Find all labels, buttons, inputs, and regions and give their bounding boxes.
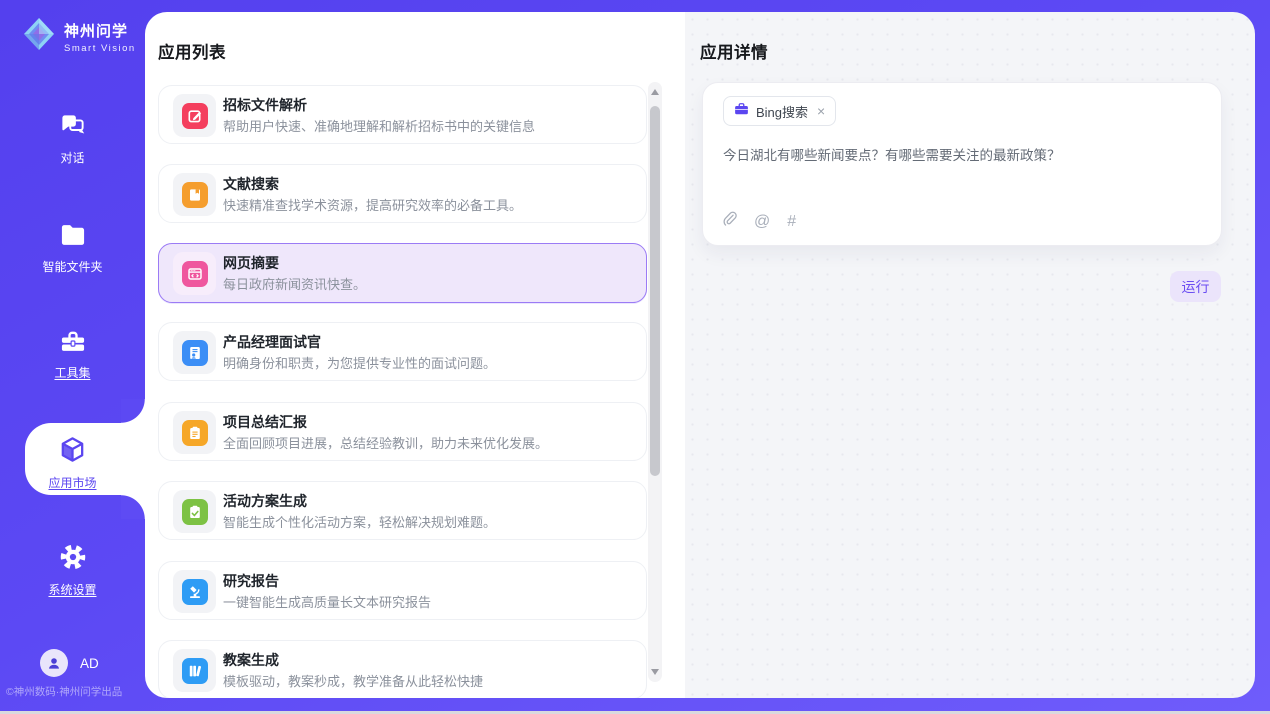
app-desc: 每日政府新闻资讯快查。 xyxy=(223,274,366,293)
sidebar-item-smart-folder[interactable]: 智能文件夹 xyxy=(0,222,145,275)
scroll-up-arrow[interactable] xyxy=(651,89,659,95)
browser-code-icon xyxy=(173,252,216,295)
app-list-panel: 应用列表 招标文件解析 帮助用户快速、准确地理解和解析招标书中的关键信息 xyxy=(145,12,685,698)
tool-chip-label: Bing搜索 xyxy=(756,102,808,121)
sidebar-item-app-market[interactable]: 应用市场 xyxy=(0,435,145,491)
app-name: 招标文件解析 xyxy=(223,95,307,115)
brand-subtitle: Smart Vision xyxy=(64,43,136,54)
app-name: 项目总结汇报 xyxy=(223,412,307,432)
interview-doc-icon xyxy=(173,331,216,374)
app-desc: 全面回顾项目进展，总结经验教训，助力未来优化发展。 xyxy=(223,433,548,452)
list-item-project-summary[interactable]: 项目总结汇报 全面回顾项目进展，总结经验教训，助力未来优化发展。 xyxy=(158,402,647,461)
microscope-icon xyxy=(173,570,216,613)
app-desc: 快速精准查找学术资源，提高研究效率的必备工具。 xyxy=(223,195,522,214)
list-item-web-summary[interactable]: 网页摘要 每日政府新闻资讯快查。 xyxy=(158,243,647,303)
sidebar-item-label: 工具集 xyxy=(0,364,145,381)
books-icon xyxy=(173,649,216,692)
clipboard-check-icon xyxy=(173,490,216,533)
user-account[interactable]: AD xyxy=(40,649,99,677)
list-item-bid-analysis[interactable]: 招标文件解析 帮助用户快速、准确地理解和解析招标书中的关键信息 xyxy=(158,85,647,144)
list-item-literature-search[interactable]: 文献搜索 快速精准查找学术资源，提高研究效率的必备工具。 xyxy=(158,164,647,223)
list-item-lesson-plan[interactable]: 教案生成 模板驱动，教案秒成，教学准备从此轻松快捷 xyxy=(158,640,647,698)
chip-close-icon[interactable]: × xyxy=(817,104,825,118)
user-initials: AD xyxy=(80,656,99,671)
app-name: 文献搜索 xyxy=(223,174,279,194)
gear-icon xyxy=(59,558,87,575)
app-name: 产品经理面试官 xyxy=(223,332,321,352)
app-desc: 一键智能生成高质量长文本研究报告 xyxy=(223,592,431,611)
app-desc: 明确身份和职责，为您提供专业性的面试问题。 xyxy=(223,353,496,372)
app-name: 活动方案生成 xyxy=(223,491,307,511)
sidebar-item-label: 对话 xyxy=(0,149,145,166)
sidebar-item-toolset[interactable]: 工具集 xyxy=(0,328,145,381)
sidebar-item-label: 应用市场 xyxy=(0,474,145,491)
page-title-app-list: 应用列表 xyxy=(158,39,226,63)
list-item-event-plan[interactable]: 活动方案生成 智能生成个性化活动方案，轻松解决规划难题。 xyxy=(158,481,647,540)
toolbox-icon xyxy=(59,341,87,358)
sidebar-item-chat[interactable]: 对话 xyxy=(0,112,145,166)
sidebar-item-settings[interactable]: 系统设置 xyxy=(0,543,145,598)
brand-logo: 神州问学 Smart Vision xyxy=(20,15,136,58)
list-item-pm-interviewer[interactable]: 产品经理面试官 明确身份和职责，为您提供专业性的面试问题。 xyxy=(158,322,647,381)
briefcase-icon xyxy=(734,102,749,121)
list-scrollbar[interactable] xyxy=(648,82,662,682)
page-title-app-detail: 应用详情 xyxy=(700,39,768,63)
app-frame: 神州问学 Smart Vision 对话 智能文件夹 xyxy=(0,0,1270,711)
sidebar-item-label: 系统设置 xyxy=(0,581,145,598)
clipboard-report-icon xyxy=(173,411,216,454)
list-item-research-report[interactable]: 研究报告 一键智能生成高质量长文本研究报告 xyxy=(158,561,647,620)
prompt-toolbar: @ # xyxy=(722,211,796,232)
copyright-text: ©神州数码·神州问学出品 xyxy=(6,684,142,699)
app-desc: 智能生成个性化活动方案，轻松解决规划难题。 xyxy=(223,512,496,531)
run-button[interactable]: 运行 xyxy=(1170,271,1221,302)
scrollbar-thumb[interactable] xyxy=(650,106,660,476)
app-name: 研究报告 xyxy=(223,571,279,591)
edit-document-icon xyxy=(173,94,216,137)
blob-corner-top xyxy=(121,399,145,423)
sidebar-item-label: 智能文件夹 xyxy=(0,258,145,275)
scroll-down-arrow[interactable] xyxy=(651,669,659,675)
brand-diamond-icon xyxy=(20,15,58,58)
chat-icon xyxy=(59,126,86,143)
app-desc: 模板驱动，教案秒成，教学准备从此轻松快捷 xyxy=(223,671,483,690)
avatar xyxy=(40,649,68,677)
brand-name: 神州问学 xyxy=(64,20,136,41)
paperclip-icon[interactable] xyxy=(722,211,737,232)
book-icon xyxy=(173,173,216,216)
app-name: 教案生成 xyxy=(223,650,279,670)
folder-icon xyxy=(59,235,87,252)
tool-chip-bing-search[interactable]: Bing搜索 × xyxy=(723,96,836,126)
hashtag-icon[interactable]: # xyxy=(787,214,796,230)
prompt-card: Bing搜索 × 今日湖北有哪些新闻要点？有哪些需要关注的最新政策？ @ # xyxy=(702,82,1222,246)
blob-corner-bottom xyxy=(121,495,145,519)
app-name: 网页摘要 xyxy=(223,253,279,273)
mention-icon[interactable]: @ xyxy=(754,214,770,230)
prompt-input[interactable]: 今日湖北有哪些新闻要点？有哪些需要关注的最新政策？ xyxy=(723,144,1203,164)
cube-icon xyxy=(58,451,87,468)
app-detail-panel: 应用详情 Bing搜索 × 今日湖北有哪些新闻要点？有哪些需要关注的最新政策？ xyxy=(685,12,1255,698)
app-desc: 帮助用户快速、准确地理解和解析招标书中的关键信息 xyxy=(223,116,535,135)
